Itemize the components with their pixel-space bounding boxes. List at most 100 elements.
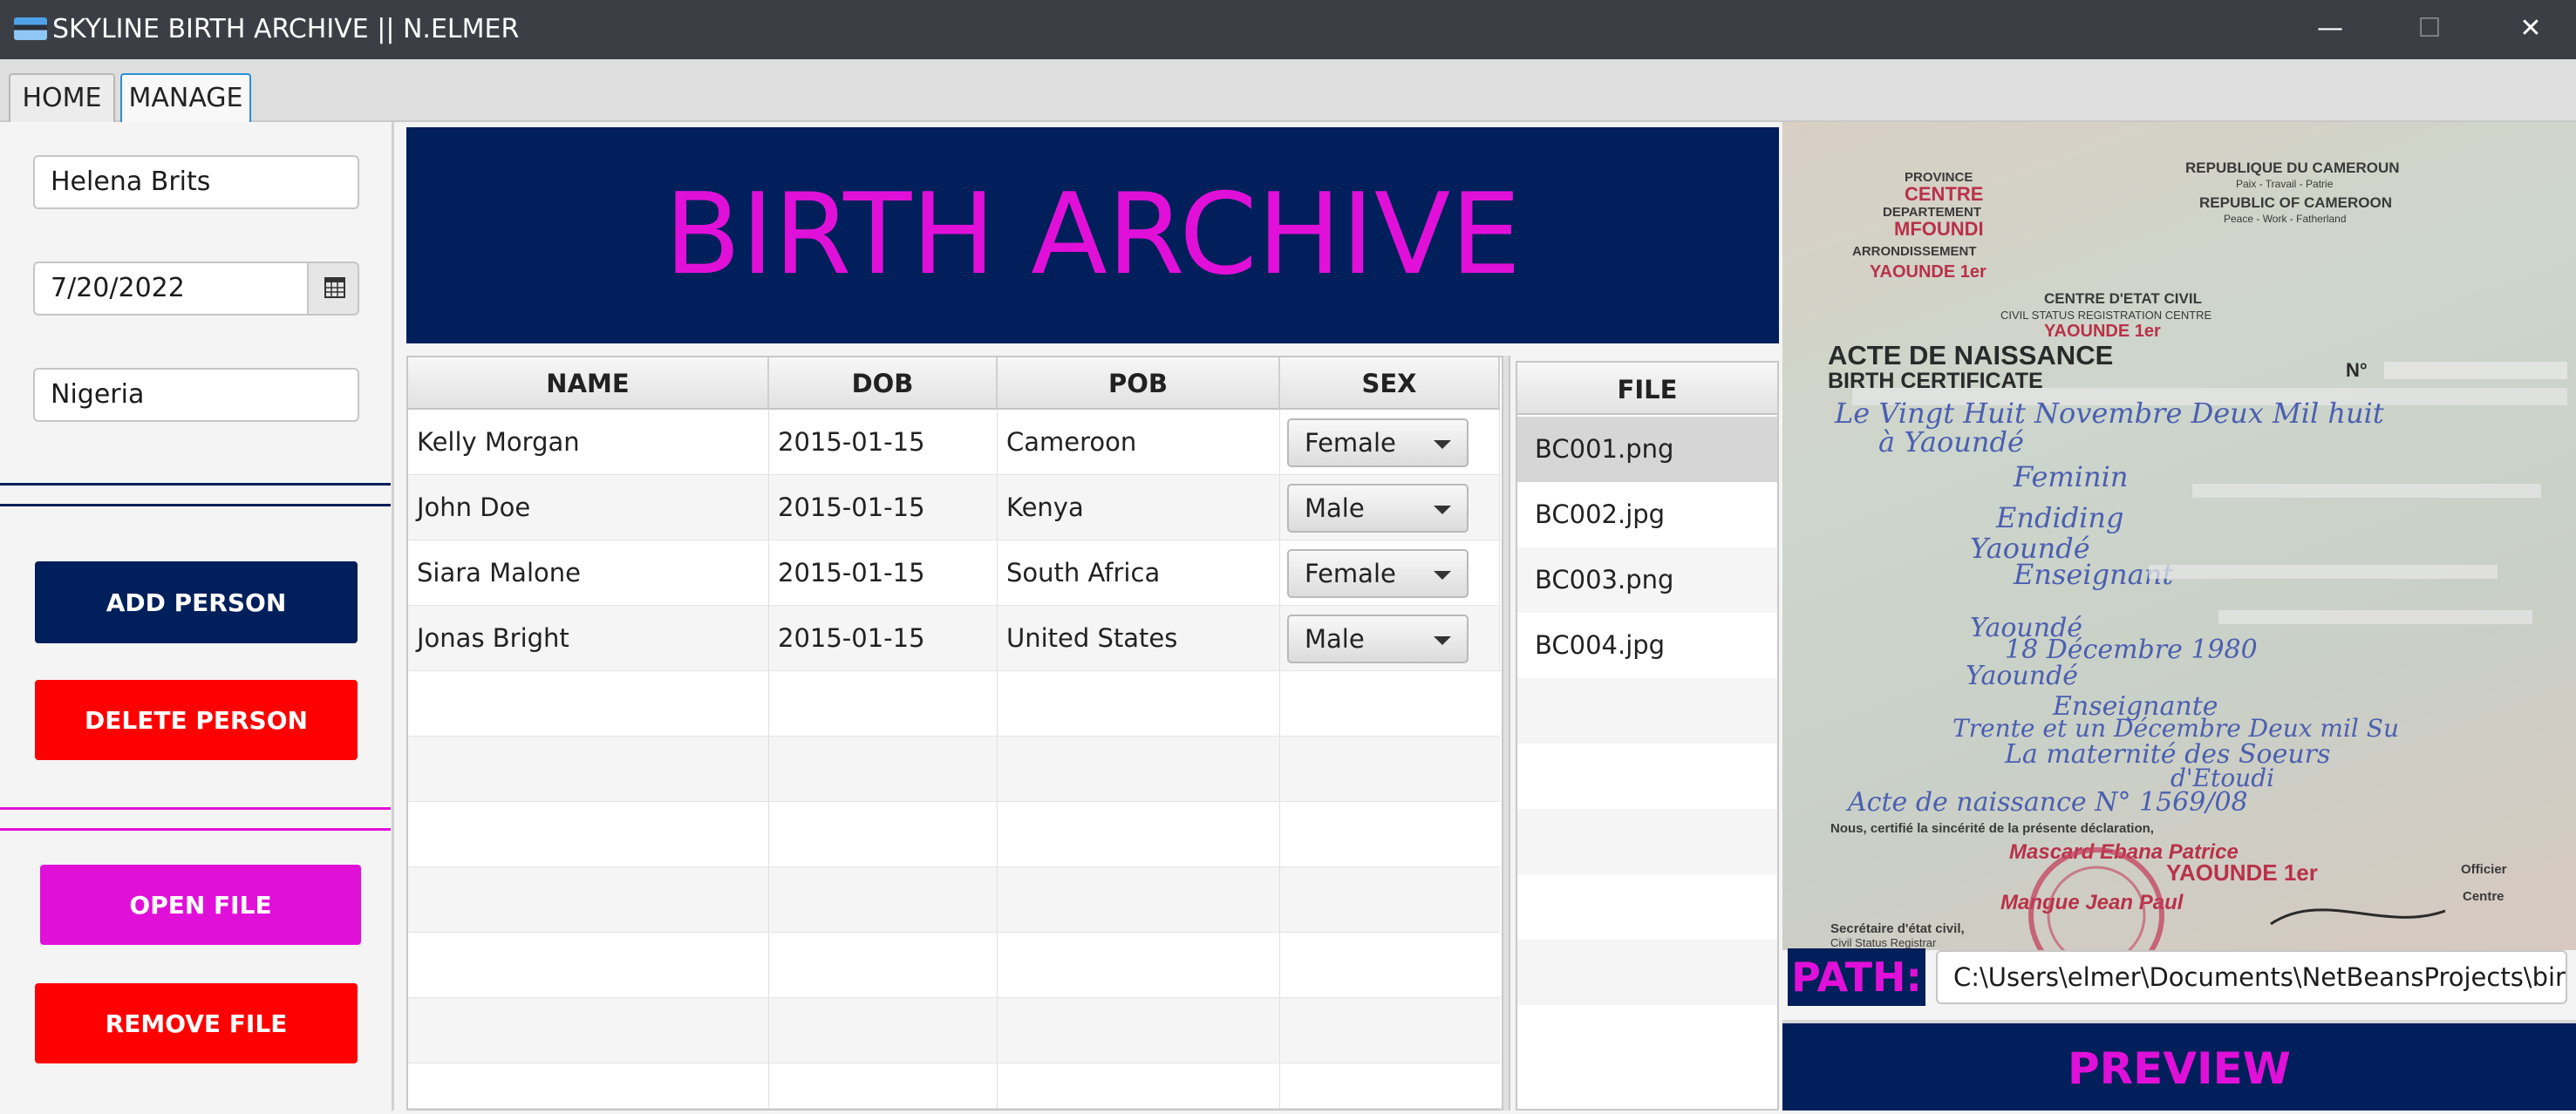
cell-name: John Doe xyxy=(408,475,769,540)
window-title: SKYLINE BIRTH ARCHIVE || N.ELMER xyxy=(52,14,520,44)
page-title: BIRTH ARCHIVE xyxy=(664,170,1522,300)
doc-text: Nous, certifié la sincérité de la présen… xyxy=(1830,821,2154,836)
path-label: PATH: xyxy=(1788,948,1925,1006)
tab-bar xyxy=(0,59,2576,122)
cell-pob: Kenya xyxy=(998,475,1280,540)
sex-dropdown-value: Female xyxy=(1305,559,1396,588)
doc-text: CIVIL STATUS REGISTRATION CENTRE xyxy=(2000,309,2212,322)
pob-field[interactable]: Nigeria xyxy=(33,368,359,422)
table-row[interactable]: Jonas Bright 2015-01-15 United States Ma… xyxy=(408,606,1500,671)
certificate-preview-image: PROVINCE CENTRE DEPARTEMENT MFOUNDI ARRO… xyxy=(1782,122,2576,950)
divider-line xyxy=(0,504,391,506)
doc-text: Paix - Travail - Patrie xyxy=(2236,178,2334,190)
add-person-button[interactable]: ADD PERSON xyxy=(35,561,358,643)
empty-list-item xyxy=(1517,1005,1777,1070)
file-list-item[interactable]: BC002.jpg xyxy=(1517,482,1777,547)
table-row[interactable]: Siara Malone 2015-01-15 South Africa Fem… xyxy=(408,540,1500,606)
file-list-item[interactable]: BC001.png xyxy=(1517,417,1777,482)
cell-pob: United States xyxy=(998,606,1280,671)
chevron-down-icon xyxy=(1434,636,1451,645)
table-row[interactable]: Kelly Morgan 2015-01-15 Cameroon Female xyxy=(408,410,1500,475)
column-header-name[interactable]: NAME xyxy=(408,357,769,410)
doc-text: REPUBLIC OF CAMEROON xyxy=(2199,194,2392,211)
cell-pob: Cameroon xyxy=(998,410,1280,475)
remove-file-button[interactable]: REMOVE FILE xyxy=(35,983,358,1063)
column-header-pob[interactable]: POB xyxy=(998,357,1280,410)
dob-date-field[interactable]: 7/20/2022 xyxy=(33,262,309,316)
chevron-down-icon xyxy=(1434,440,1451,449)
doc-text: REPUBLIQUE DU CAMEROUN xyxy=(2185,160,2400,176)
cell-dob: 2015-01-15 xyxy=(769,606,998,671)
close-icon[interactable]: ✕ xyxy=(2487,0,2574,59)
doc-text: YAOUNDE 1er xyxy=(2044,322,2161,341)
doc-text: Endiding xyxy=(1995,501,2124,534)
doc-text: CENTRE xyxy=(1905,183,1983,205)
tab-manage[interactable]: MANAGE xyxy=(120,73,251,122)
doc-text: Officier xyxy=(2461,862,2507,877)
empty-table-row xyxy=(408,671,1500,737)
cell-pob: South Africa xyxy=(998,540,1280,606)
delete-person-button[interactable]: DELETE PERSON xyxy=(35,680,358,760)
cell-name: Jonas Bright xyxy=(408,606,769,671)
doc-text: Centre xyxy=(2463,889,2504,904)
empty-list-item xyxy=(1517,744,1777,809)
doc-text: Peace - Work - Fatherland xyxy=(2224,213,2347,225)
tab-home[interactable]: HOME xyxy=(9,73,115,122)
preview-button[interactable]: PREVIEW xyxy=(1782,1020,2576,1111)
doc-text: YAOUNDE 1er xyxy=(1870,262,1987,282)
person-table[interactable]: NAME DOB POB SEX Kelly Morgan 2015-01-15… xyxy=(406,356,1503,1111)
sex-dropdown[interactable]: Male xyxy=(1287,615,1469,663)
certificate-drawing: PROVINCE CENTRE DEPARTEMENT MFOUNDI ARRO… xyxy=(1828,160,2567,950)
doc-text: CENTRE D'ETAT CIVIL xyxy=(2044,290,2202,307)
sex-dropdown-value: Male xyxy=(1305,493,1365,523)
cell-sex: Female xyxy=(1280,540,1500,606)
doc-text: Civil Status Registrar xyxy=(1830,936,1937,949)
empty-table-row xyxy=(408,933,1500,998)
file-path-field[interactable]: C:\Users\elmer\Documents\NetBeansProject… xyxy=(1936,950,2567,1004)
divider-line xyxy=(0,807,391,810)
sex-dropdown[interactable]: Female xyxy=(1287,549,1469,598)
sex-dropdown[interactable]: Male xyxy=(1287,484,1469,533)
sex-dropdown-value: Male xyxy=(1305,624,1365,654)
name-field[interactable]: Helena Brits xyxy=(33,155,359,209)
doc-text: YAOUNDE 1er xyxy=(2166,859,2318,886)
cell-dob: 2015-01-15 xyxy=(769,410,998,475)
table-row[interactable]: John Doe 2015-01-15 Kenya Male xyxy=(408,475,1500,540)
empty-list-item xyxy=(1517,809,1777,874)
doc-text: Secrétaire d'état civil, xyxy=(1830,921,1965,936)
maximize-icon[interactable]: ☐ xyxy=(2386,0,2473,59)
split-pane-divider[interactable] xyxy=(1502,356,1510,1111)
divider-line xyxy=(0,483,391,486)
doc-text: Yaoundé xyxy=(1966,661,2078,691)
cell-sex: Male xyxy=(1280,606,1500,671)
open-file-button[interactable]: OPEN FILE xyxy=(40,865,361,945)
chevron-down-icon xyxy=(1434,506,1451,514)
calendar-button[interactable] xyxy=(307,262,359,316)
file-list-item[interactable]: BC004.jpg xyxy=(1517,613,1777,678)
cell-sex: Female xyxy=(1280,410,1500,475)
cell-dob: 2015-01-15 xyxy=(769,475,998,540)
cell-dob: 2015-01-15 xyxy=(769,540,998,606)
doc-text: N° xyxy=(2346,359,2368,381)
file-list[interactable]: FILE BC001.png BC002.jpg BC003.png BC004… xyxy=(1516,361,1779,1111)
doc-text: Feminin xyxy=(2013,460,2128,493)
file-list-header: FILE xyxy=(1517,363,1777,415)
doc-text: Acte de naissance N° 1569/08 xyxy=(1845,787,2248,818)
file-list-item[interactable]: BC003.png xyxy=(1517,547,1777,613)
divider-line xyxy=(0,828,391,831)
empty-table-row xyxy=(408,737,1500,802)
empty-list-item xyxy=(1517,874,1777,940)
doc-title: ACTE DE NAISSANCE xyxy=(1828,340,2113,370)
minimize-icon[interactable]: — xyxy=(2286,0,2374,59)
cell-name: Siara Malone xyxy=(408,540,769,606)
doc-text: à Yaoundé xyxy=(1878,425,2024,459)
empty-list-item xyxy=(1517,940,1777,1005)
calendar-icon xyxy=(324,277,345,298)
column-header-sex[interactable]: SEX xyxy=(1280,357,1500,410)
chevron-down-icon xyxy=(1434,571,1451,580)
column-header-dob[interactable]: DOB xyxy=(769,357,998,410)
sex-dropdown-value: Female xyxy=(1305,428,1396,458)
doc-text: ARRONDISSEMENT xyxy=(1852,244,1977,259)
sex-dropdown[interactable]: Female xyxy=(1287,418,1469,467)
cell-name: Kelly Morgan xyxy=(408,410,769,475)
